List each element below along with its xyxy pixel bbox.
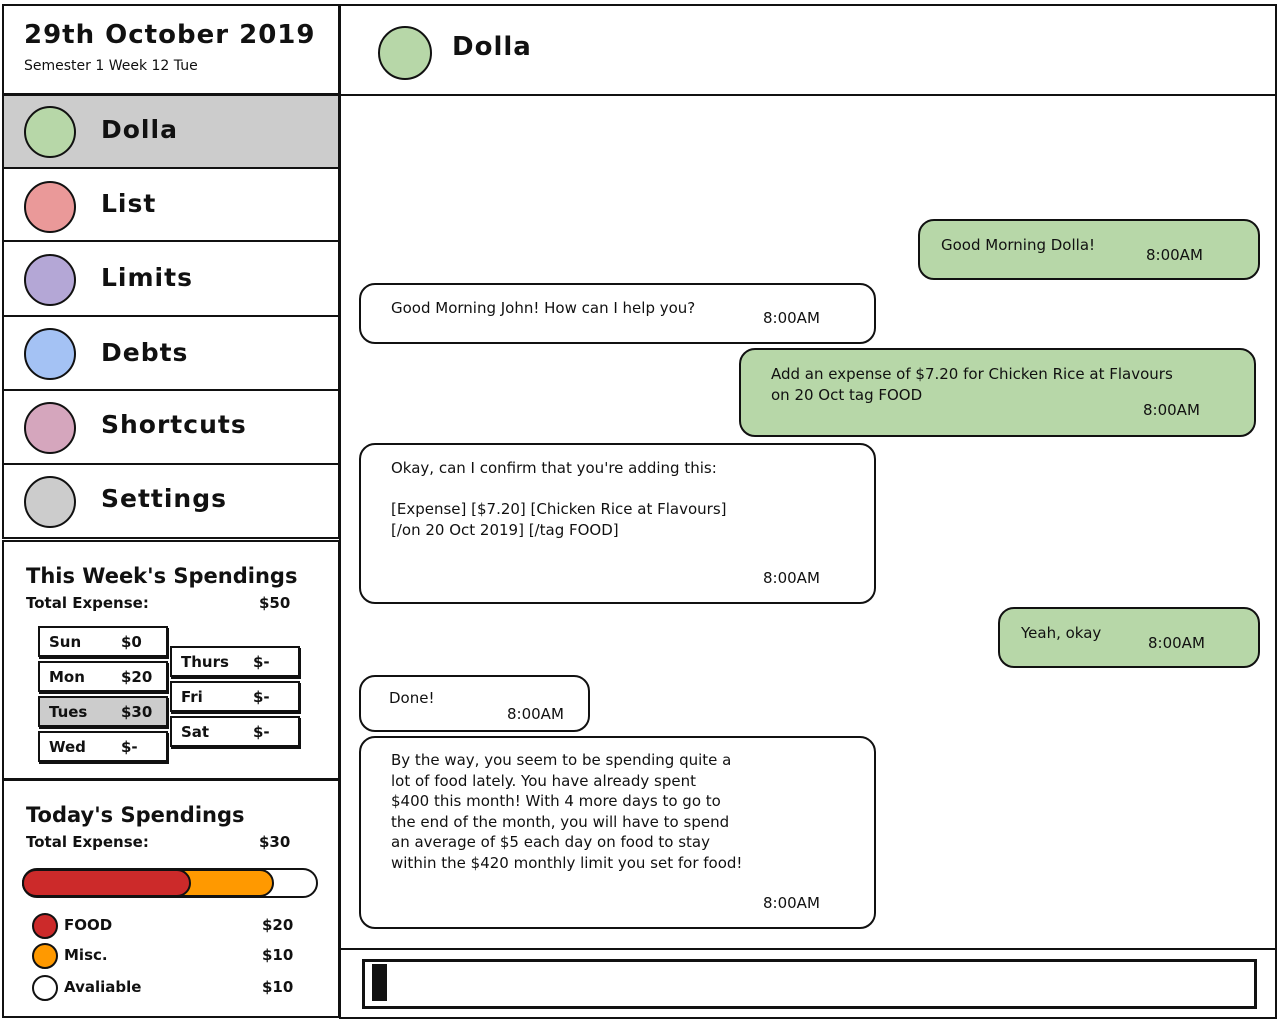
nav-label: Settings [101, 484, 228, 513]
chat-header: Dolla [339, 4, 1277, 96]
day-cell-wed[interactable]: Wed $- [38, 731, 168, 762]
day-name: Tues [49, 703, 88, 721]
today-total-label: Total Expense: [26, 833, 149, 851]
nav-label: Shortcuts [101, 410, 247, 439]
legend-label-available: Avaliable [64, 978, 142, 996]
message-time: 8:00AM [507, 705, 564, 723]
message-time: 8:00AM [1143, 401, 1200, 419]
today-spendings-title: Today's Spendings [26, 803, 245, 827]
day-name: Fri [181, 688, 203, 706]
message-text: By the way, you seem to be spending quit… [391, 751, 743, 872]
limits-icon [24, 254, 76, 306]
bot-message-bubble: By the way, you seem to be spending quit… [359, 736, 876, 929]
day-cell-tues[interactable]: Tues $30 [38, 696, 168, 727]
nav-label: Debts [101, 338, 189, 367]
food-legend-icon [32, 913, 58, 939]
weekly-spendings-title: This Week's Spendings [26, 564, 298, 588]
date-subtitle: Semester 1 Week 12 Tue [24, 58, 198, 74]
day-amount: $20 [121, 668, 153, 686]
nav-item-shortcuts[interactable]: Shortcuts [2, 389, 340, 465]
message-text: Yeah, okay [1021, 624, 1102, 642]
day-name: Wed [49, 738, 86, 756]
weekly-total-label: Total Expense: [26, 594, 149, 612]
user-message-bubble: Good Morning Dolla! 8:00AM [918, 219, 1260, 280]
day-cell-thurs[interactable]: Thurs $- [170, 646, 300, 677]
nav-item-limits[interactable]: Limits [2, 240, 340, 317]
settings-icon [24, 476, 76, 528]
nav-item-debts[interactable]: Debts [2, 315, 340, 391]
list-icon [24, 181, 76, 233]
shortcuts-icon [24, 402, 76, 454]
message-text: Good Morning Dolla! [941, 236, 1096, 254]
text-cursor [372, 964, 387, 1001]
nav-label: List [101, 189, 157, 218]
food-bar-segment [22, 869, 191, 897]
dolla-icon [24, 106, 76, 158]
nav-item-dolla[interactable]: Dolla [2, 94, 340, 169]
legend-amount-available: $10 [262, 978, 294, 996]
chat-title: Dolla [452, 32, 532, 62]
day-amount: $- [253, 653, 270, 671]
message-time: 8:00AM [1148, 634, 1205, 652]
day-amount: $30 [121, 703, 153, 721]
day-cell-sun[interactable]: Sun $0 [38, 626, 168, 657]
message-input[interactable] [363, 960, 1256, 1008]
today-total-value: $30 [259, 833, 291, 851]
message-time: 8:00AM [763, 894, 820, 912]
weekly-total-value: $50 [259, 594, 291, 612]
legend-label-food: FOOD [64, 916, 113, 934]
day-cell-fri[interactable]: Fri $- [170, 681, 300, 712]
legend-amount-food: $20 [262, 916, 294, 934]
day-name: Sun [49, 633, 82, 651]
message-text: Add an expense of $7.20 for Chicken Rice… [771, 365, 1173, 404]
day-cell-mon[interactable]: Mon $20 [38, 661, 168, 692]
message-time: 8:00AM [1146, 246, 1203, 264]
bot-message-bubble: Okay, can I confirm that you're adding t… [359, 443, 876, 604]
bot-message-bubble: Done! 8:00AM [359, 675, 590, 732]
misc-legend-icon [32, 943, 58, 969]
message-text: Good Morning John! How can I help you? [391, 299, 696, 317]
day-name: Mon [49, 668, 85, 686]
day-amount: $- [253, 688, 270, 706]
day-amount: $- [121, 738, 138, 756]
legend-label-misc: Misc. [64, 946, 108, 964]
message-time: 8:00AM [763, 309, 820, 327]
message-text: Okay, can I confirm that you're adding t… [391, 459, 727, 539]
user-message-bubble: Yeah, okay 8:00AM [998, 607, 1260, 668]
day-amount: $0 [121, 633, 142, 651]
day-name: Thurs [181, 653, 229, 671]
nav-label: Limits [101, 263, 193, 292]
day-name: Sat [181, 723, 210, 741]
nav-item-list[interactable]: List [2, 167, 340, 242]
user-message-bubble: Add an expense of $7.20 for Chicken Rice… [739, 348, 1256, 437]
legend-amount-misc: $10 [262, 946, 294, 964]
day-amount: $- [253, 723, 270, 741]
date-header: 29th October 2019 Semester 1 Week 12 Tue [2, 4, 340, 95]
message-time: 8:00AM [763, 569, 820, 587]
message-text: Done! [389, 689, 435, 707]
avatar [378, 26, 432, 80]
nav-label: Dolla [101, 115, 178, 144]
nav-item-settings[interactable]: Settings [2, 463, 340, 539]
debts-icon [24, 328, 76, 380]
available-legend-icon [32, 975, 58, 1001]
day-cell-sat[interactable]: Sat $- [170, 716, 300, 747]
bot-message-bubble: Good Morning John! How can I help you? 8… [359, 283, 876, 344]
date-title: 29th October 2019 [24, 20, 316, 50]
